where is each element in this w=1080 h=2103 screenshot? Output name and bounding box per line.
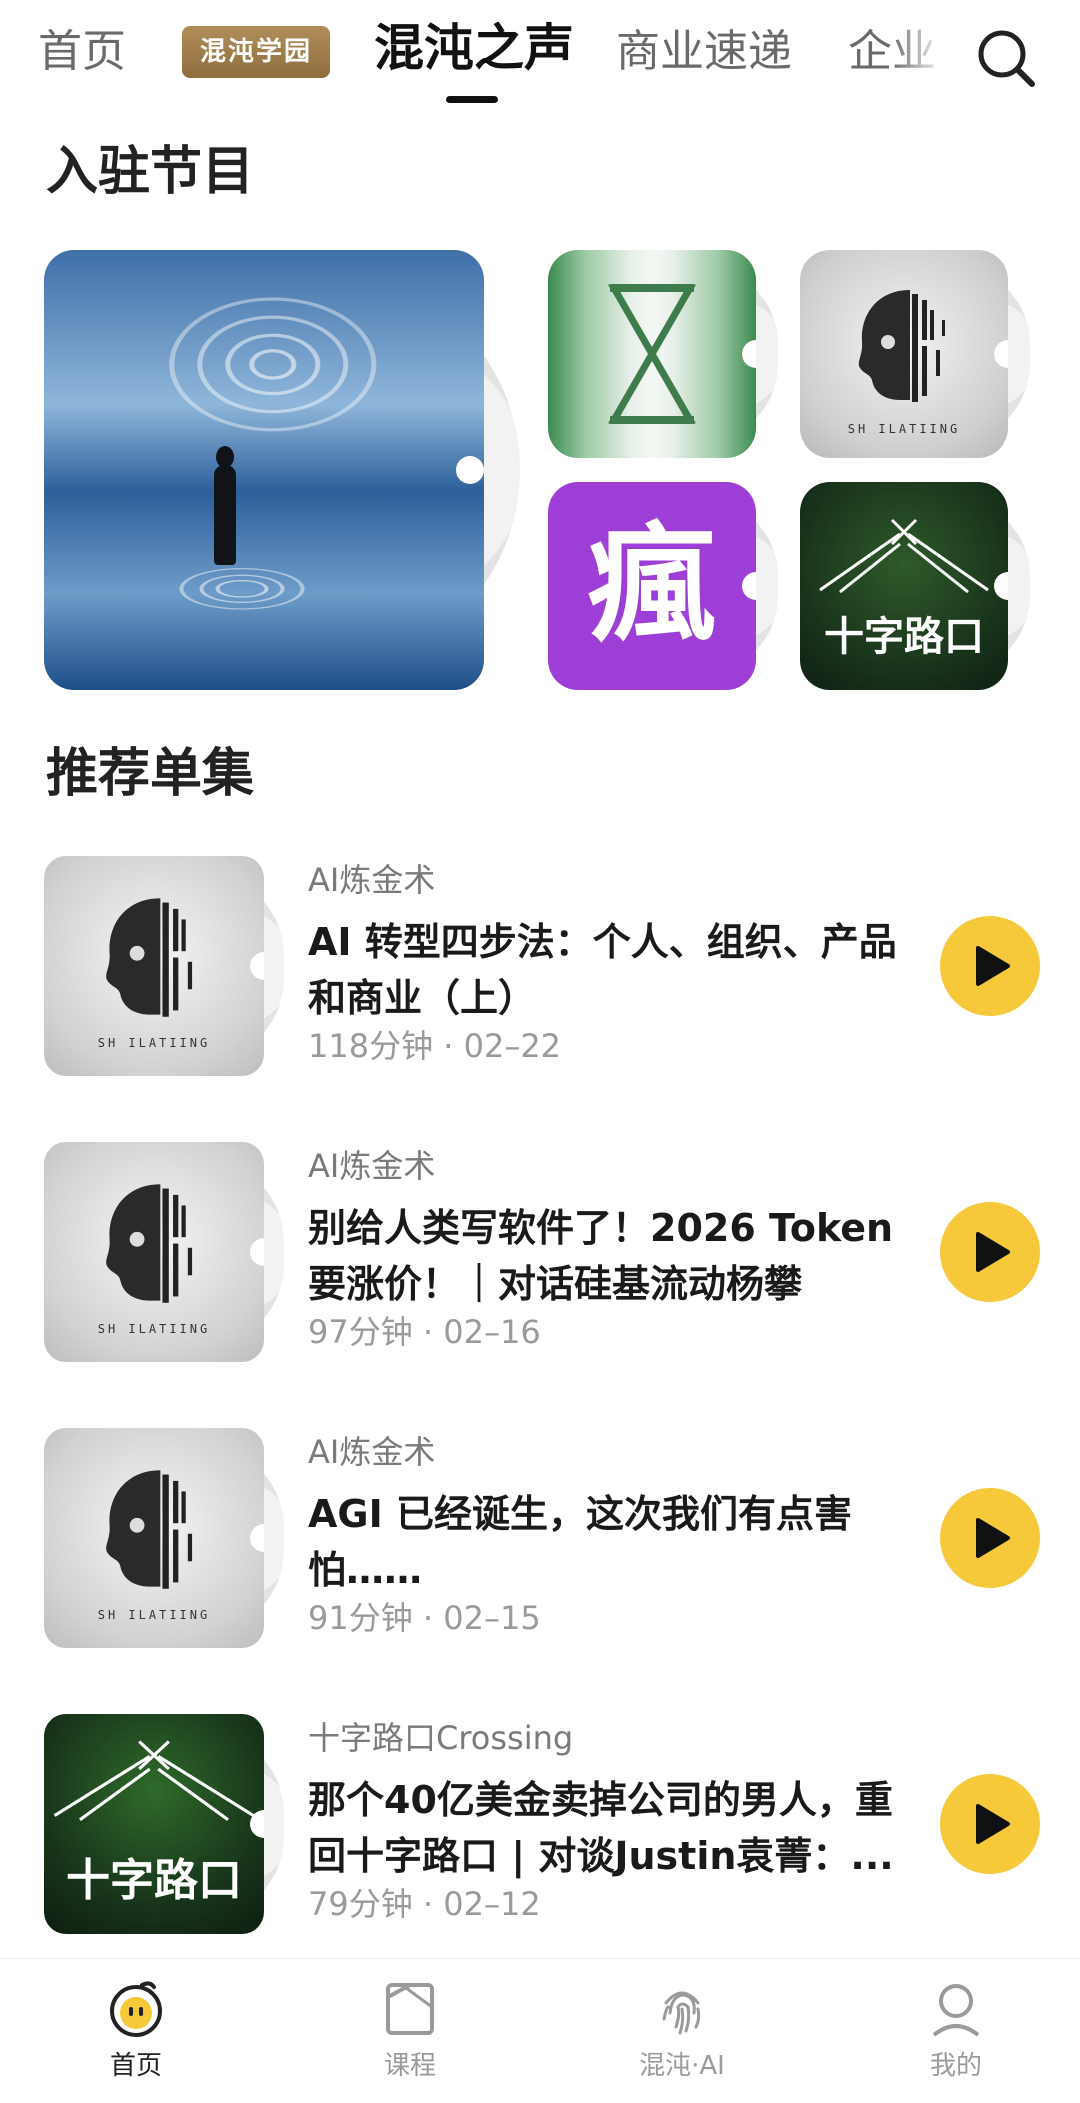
episode-title[interactable]: AGI 已经诞生，这次我们有点害怕…… xyxy=(308,1486,904,1598)
episode-thumbnail: SH ILATIING xyxy=(44,1428,264,1648)
nav-fade-overlay xyxy=(890,10,960,100)
episode-thumbnail: SH ILATIING xyxy=(44,1142,264,1362)
nav-tab-voice-active[interactable]: 混沌之声 xyxy=(374,18,574,78)
book-icon xyxy=(386,1983,434,2035)
play-button[interactable] xyxy=(940,1488,1040,1588)
tab-courses[interactable]: 课程 xyxy=(340,1979,480,2089)
tab-label: 首页 xyxy=(109,2051,162,2081)
program-cover-ai-alchemy[interactable]: SH ILATIING xyxy=(800,250,1008,458)
play-icon xyxy=(976,1518,1010,1558)
nav-tab-academy-badge[interactable]: 混沌学园 xyxy=(182,26,330,78)
top-navigation: 首页 混沌学园 混沌之声 商业速递 企业 xyxy=(0,0,1080,110)
play-button[interactable] xyxy=(940,916,1040,1016)
episode-item[interactable]: SH ILATIING AI炼金术 AI 转型四步法：个人、组织、产品和商业（上… xyxy=(0,856,1080,1096)
person-silhouette xyxy=(214,465,236,565)
cover-notch xyxy=(456,456,484,484)
episode-meta: 97分钟 · 02–16 xyxy=(308,1313,541,1351)
program-cover-spiral[interactable] xyxy=(44,250,484,690)
episode-meta: 91分钟 · 02–15 xyxy=(308,1599,541,1637)
episode-title[interactable]: 那个40亿美金卖掉公司的男人，重回十字路口 | 对谈Justin袁菁：... xyxy=(308,1772,904,1884)
cover-caption: SH ILATIING xyxy=(97,1322,211,1336)
play-button[interactable] xyxy=(940,1774,1040,1874)
cover-caption: SH ILATIING xyxy=(97,1036,211,1050)
tab-label: 我的 xyxy=(929,2051,982,2081)
program-cover-crossing[interactable]: 十字路口 xyxy=(800,482,1008,690)
person-icon xyxy=(932,1984,980,2037)
program-cover-hourglass[interactable] xyxy=(548,250,756,458)
search-icon xyxy=(978,30,1035,87)
episode-show-name: AI炼金术 xyxy=(308,1147,436,1185)
episode-show-name: AI炼金术 xyxy=(308,1433,436,1471)
episodes-section-title: 推荐单集 xyxy=(46,744,255,804)
programs-section-title: 入驻节目 xyxy=(46,142,255,202)
play-button[interactable] xyxy=(940,1202,1040,1302)
episode-meta: 118分钟 · 02–22 xyxy=(308,1027,562,1065)
episode-item[interactable]: SH ILATIING AI炼金术 别给人类写软件了！2026 Token 要涨… xyxy=(0,1142,1080,1382)
episode-item[interactable]: 十字路口 十字路口Crossing 那个40亿美金卖掉公司的男人，重回十字路口 … xyxy=(0,1714,1080,1954)
cover-glyph: 瘋 xyxy=(587,511,716,660)
episode-title[interactable]: AI 转型四步法：个人、组织、产品和商业（上） xyxy=(308,914,904,1026)
search-button[interactable] xyxy=(970,22,1042,94)
home-smiley-icon xyxy=(110,1981,162,2037)
hourglass-icon xyxy=(607,284,697,424)
play-icon xyxy=(976,1232,1010,1272)
nav-tab-home[interactable]: 首页 xyxy=(38,22,126,82)
play-icon xyxy=(976,1804,1010,1844)
cover-title-text: 十字路口 xyxy=(66,1855,242,1906)
bottom-tab-bar: 首页 课程 混沌·AI 我的 xyxy=(0,1958,1080,2103)
cover-caption: SH ILATIING xyxy=(97,1608,211,1622)
tab-ai[interactable]: 混沌·AI xyxy=(612,1979,752,2089)
active-tab-indicator xyxy=(446,96,498,103)
play-icon xyxy=(976,946,1010,986)
tab-home[interactable]: 首页 xyxy=(66,1979,206,2089)
nav-tab-business[interactable]: 商业速递 xyxy=(616,22,792,82)
episode-title[interactable]: 别给人类写软件了！2026 Token 要涨价！｜对话硅基流动杨攀 xyxy=(308,1200,904,1312)
tab-profile[interactable]: 我的 xyxy=(886,1979,1026,2089)
tab-label: 课程 xyxy=(383,2051,436,2081)
cover-title-text: 十字路口 xyxy=(824,614,984,660)
episode-thumbnail: SH ILATIING xyxy=(44,856,264,1076)
episode-show-name: 十字路口Crossing xyxy=(308,1719,574,1757)
tab-label: 混沌·AI xyxy=(639,2051,725,2081)
program-cover-crazy[interactable]: 瘋 xyxy=(548,482,756,690)
episode-item[interactable]: SH ILATIING AI炼金术 AGI 已经诞生，这次我们有点害怕…… 91… xyxy=(0,1428,1080,1668)
episode-meta: 79分钟 · 02–12 xyxy=(308,1885,541,1923)
fingerprint-icon xyxy=(662,1991,701,2035)
episode-thumbnail: 十字路口 xyxy=(44,1714,264,1934)
episode-show-name: AI炼金术 xyxy=(308,861,436,899)
cover-caption: SH ILATIING xyxy=(847,422,961,436)
